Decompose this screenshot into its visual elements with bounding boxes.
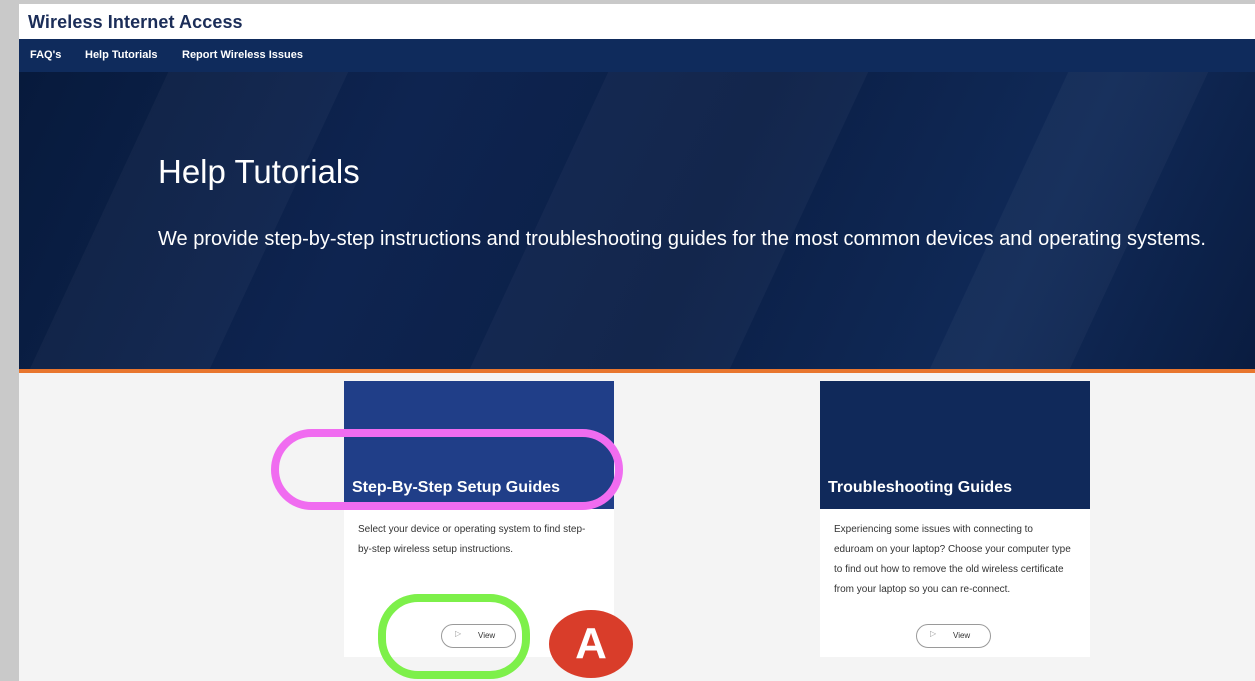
site-header: Wireless Internet Access <box>19 4 1255 39</box>
page-title: Help Tutorials <box>158 153 360 190</box>
hero-decoration <box>470 72 868 369</box>
nav-item-help-tutorials[interactable]: Help Tutorials <box>85 49 158 61</box>
highlight-ring-view-button <box>378 594 530 679</box>
accent-divider <box>19 369 1255 373</box>
main-nav: FAQ's Help Tutorials Report Wireless Iss… <box>19 39 1255 72</box>
card-header: Troubleshooting Guides <box>820 381 1090 509</box>
hero-decoration <box>930 72 1208 369</box>
hero-description: We provide step-by-step instructions and… <box>158 228 1206 250</box>
view-button-label: View <box>953 631 971 640</box>
hero-banner: Help Tutorials We provide step-by-step i… <box>19 72 1255 369</box>
view-button[interactable]: ▷ View <box>916 624 991 648</box>
site-title[interactable]: Wireless Internet Access <box>28 12 243 33</box>
browser-page: Wireless Internet Access FAQ's Help Tuto… <box>19 4 1255 681</box>
play-icon: ▷ <box>930 629 937 638</box>
card-description: Select your device or operating system t… <box>358 524 586 555</box>
annotation-badge: A <box>549 610 633 678</box>
card-description: Experiencing some issues with connecting… <box>834 524 1071 595</box>
hero-decoration <box>30 72 348 369</box>
card-troubleshooting-guides: Troubleshooting Guides Experiencing some… <box>820 381 1090 657</box>
nav-item-faqs[interactable]: FAQ's <box>30 49 61 61</box>
highlight-ring-title <box>271 429 623 510</box>
card-title: Troubleshooting Guides <box>828 479 1012 496</box>
nav-item-report-wireless-issues[interactable]: Report Wireless Issues <box>182 49 303 61</box>
